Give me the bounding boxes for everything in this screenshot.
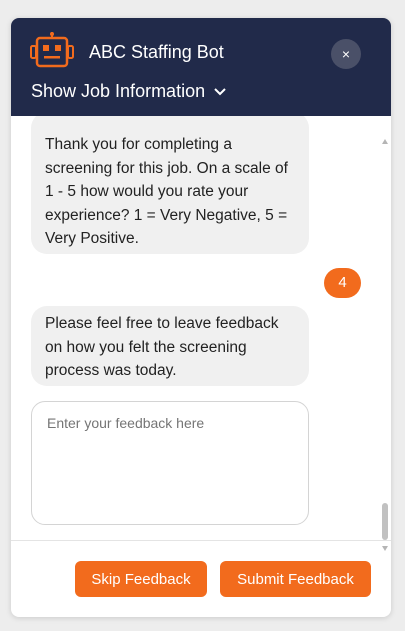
chat-scrollbar[interactable] xyxy=(380,136,390,556)
close-button[interactable]: × xyxy=(331,39,361,69)
feedback-input[interactable] xyxy=(31,401,309,525)
chat-title: ABC Staffing Bot xyxy=(89,42,224,62)
scroll-down-arrow-icon[interactable] xyxy=(382,546,388,551)
skip-feedback-button[interactable]: Skip Feedback xyxy=(75,561,207,597)
scroll-thumb[interactable] xyxy=(382,503,388,540)
footer-divider xyxy=(11,540,391,541)
scroll-up-arrow-icon[interactable] xyxy=(382,139,388,144)
show-job-information-toggle[interactable]: Show Job Information xyxy=(31,81,227,102)
robot-icon xyxy=(30,32,74,68)
user-message: 4 xyxy=(324,268,361,298)
chat-header: ABC Staffing Bot × Show Job Information xyxy=(11,18,391,116)
chat-widget: ABC Staffing Bot × Show Job Information … xyxy=(11,18,391,617)
submit-feedback-button[interactable]: Submit Feedback xyxy=(220,561,371,597)
chevron-down-icon xyxy=(214,87,226,95)
bot-message: Please feel free to leave feedback on ho… xyxy=(31,306,309,386)
job-toggle-label: Show Job Information xyxy=(31,81,206,101)
bot-message: Thank you for completing a screening for… xyxy=(31,116,309,254)
chat-messages: Thank you for completing a screening for… xyxy=(11,116,391,541)
